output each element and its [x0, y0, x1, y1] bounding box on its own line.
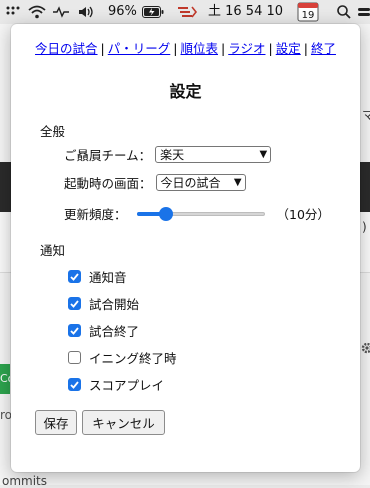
volume-icon[interactable] — [78, 0, 96, 24]
refresh-value: （10分） — [276, 207, 330, 222]
checkbox[interactable] — [68, 378, 81, 391]
notify-game-start-checkbox-row[interactable]: 試合開始 — [68, 294, 139, 313]
chevron-down-icon: ▼ — [259, 149, 268, 160]
settings-popup: 今日の試合 | パ・リーグ | 順位表 | ラジオ | 設定 | 終了 設定 全般 ご贔屓チーム： … — [11, 24, 360, 472]
page-title: 設定 — [169, 82, 202, 101]
favorite-team-value: 楽天 — [160, 148, 185, 162]
slider-thumb[interactable] — [159, 206, 174, 221]
battery-percent: 96% — [108, 4, 137, 19]
nav-separator: | — [303, 41, 308, 56]
nav-link-settings[interactable]: 設定 — [276, 41, 301, 56]
checkbox-label: 試合終了 — [89, 324, 140, 339]
nav-link-radio[interactable]: ラジオ — [228, 41, 265, 56]
startup-screen-row: 起動時の画面： 今日の試合 ▼ — [64, 173, 246, 192]
checkbox[interactable] — [68, 270, 81, 283]
background-green-button: Co — [0, 364, 10, 394]
chevron-down-icon: ▼ — [233, 177, 242, 188]
activity-icon[interactable] — [52, 0, 70, 24]
clock[interactable]: 土 16 54 10 — [208, 0, 283, 24]
menu-bar: 96% 土 16 54 10 19 — [0, 0, 370, 24]
calendar-day: 19 — [302, 10, 315, 21]
nav-separator: | — [100, 41, 105, 56]
favorite-team-row: ご贔屓チーム： 楽天 ▼ — [64, 145, 272, 164]
startup-screen-label: 起動時の画面： — [64, 176, 152, 191]
nav-separator: | — [221, 41, 226, 56]
battery-icon[interactable] — [142, 0, 164, 24]
baseball-app-icon[interactable] — [176, 0, 198, 24]
startup-screen-value: 今日の試合 — [160, 176, 221, 190]
nav-link-quit[interactable]: 終了 — [311, 41, 336, 56]
checkbox-label: スコアプレイ — [89, 378, 165, 393]
checkbox[interactable] — [68, 351, 81, 364]
control-center-icon[interactable] — [358, 0, 370, 24]
nav-link-today[interactable]: 今日の試合 — [35, 41, 98, 56]
wifi-icon[interactable] — [28, 0, 46, 24]
refresh-row: 更新頻度： （10分） — [64, 204, 330, 223]
nav-separator: | — [268, 41, 273, 56]
favorite-team-label: ご贔屓チーム： — [64, 148, 152, 163]
nav-link-pacific-league[interactable]: パ・リーグ — [108, 41, 171, 56]
nav-link-standings[interactable]: 順位表 — [181, 41, 219, 56]
checkbox-label: 通知音 — [89, 270, 127, 285]
search-icon[interactable] — [336, 0, 352, 24]
notify-sound-checkbox-row[interactable]: 通知音 — [68, 267, 127, 286]
notify-inning-end-checkbox-row[interactable]: イニング終了時 — [68, 348, 177, 367]
checkbox[interactable] — [68, 324, 81, 337]
checkbox-label: イニング終了時 — [89, 351, 177, 366]
cancel-button[interactable]: キャンセル — [82, 410, 165, 435]
favorite-team-select[interactable]: 楽天 ▼ — [155, 146, 272, 163]
save-button[interactable]: 保存 — [35, 410, 77, 435]
calendar-icon[interactable]: 19 — [297, 0, 319, 24]
notifications-section-label: 通知 — [40, 243, 66, 258]
checkbox[interactable] — [68, 297, 81, 310]
nav-separator: | — [173, 41, 178, 56]
background-bottom-text: ommits — [2, 474, 48, 488]
dots-icon[interactable] — [6, 0, 20, 24]
notify-game-end-checkbox-row[interactable]: 試合終了 — [68, 321, 139, 340]
general-section-label: 全般 — [40, 124, 66, 139]
background-side-text: ) — [362, 220, 367, 234]
gear-icon — [360, 340, 370, 359]
refresh-label: 更新頻度： — [64, 207, 127, 222]
background-side-text: マ — [362, 108, 370, 122]
refresh-slider[interactable] — [136, 206, 265, 221]
nav-bar: 今日の試合 | パ・リーグ | 順位表 | ラジオ | 設定 | 終了 — [11, 38, 360, 57]
checkbox-label: 試合開始 — [89, 297, 140, 312]
startup-screen-select[interactable]: 今日の試合 ▼ — [155, 174, 246, 191]
notify-scoring-play-checkbox-row[interactable]: スコアプレイ — [68, 375, 164, 394]
